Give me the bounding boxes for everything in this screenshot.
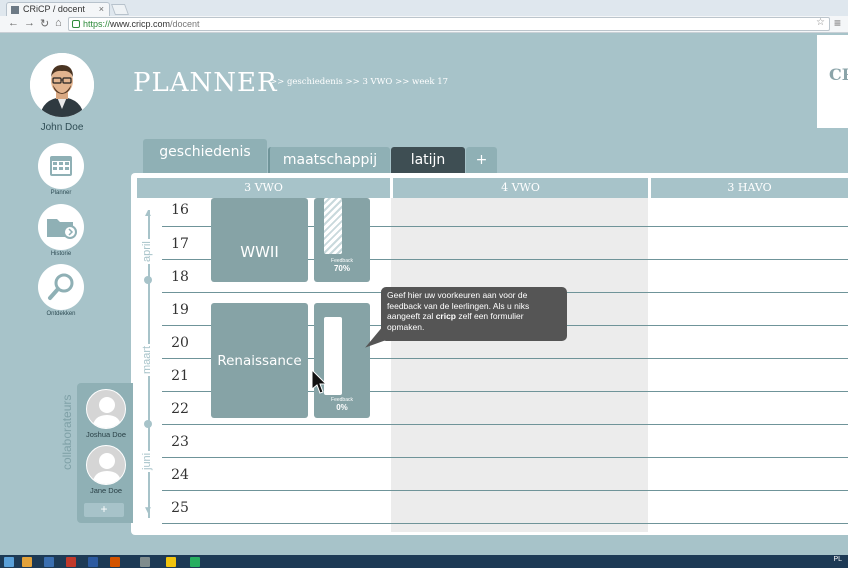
browser-window: CRiCP / docent × ← → ↻ ⌂ https://www.cri…: [0, 0, 848, 555]
home-icon[interactable]: ⌂: [55, 17, 62, 29]
tab-latijn[interactable]: latijn: [391, 147, 465, 175]
week-number: 17: [171, 236, 189, 252]
week-number: 23: [171, 434, 189, 450]
collaborators-title: collaborateurs: [60, 394, 74, 470]
lesson-block-renaissance[interactable]: Renaissance: [211, 303, 308, 418]
lesson-block-wwii[interactable]: WWII: [211, 198, 308, 282]
row-divider: [162, 523, 848, 524]
page-title: PLANNER: [133, 68, 278, 98]
person-silhouette-icon: [92, 397, 122, 428]
logo-text: CR: [829, 65, 848, 84]
taskbar-app-icon[interactable]: [22, 557, 32, 567]
browser-tab-title: CRiCP / docent: [23, 4, 85, 14]
url-host: www.cricp.com: [110, 19, 171, 29]
tab-maatschappij[interactable]: maatschappij: [268, 147, 390, 175]
collaborator-name: Jane Doe: [89, 486, 123, 495]
reload-icon[interactable]: ↻: [40, 17, 49, 30]
tooltip-brand: cricp: [435, 311, 457, 321]
feedback-bar-renaissance[interactable]: Feedback 0%: [314, 303, 370, 418]
timeline-dot: [144, 276, 152, 284]
sidebar-item-label: Historie: [50, 251, 72, 257]
back-icon[interactable]: ←: [8, 17, 19, 29]
feedback-fill: [324, 198, 342, 254]
start-icon[interactable]: [4, 557, 14, 567]
week-number: 18: [171, 269, 189, 285]
column-header-3vwo[interactable]: 3 VWO: [137, 178, 390, 198]
user-portrait-icon: [30, 53, 94, 117]
bookmark-star-icon[interactable]: ☆: [816, 17, 825, 28]
week-number: 24: [171, 467, 189, 483]
row-divider: [162, 490, 848, 491]
os-taskbar: PL: [0, 555, 848, 568]
timeline-dot: [144, 420, 152, 428]
person-silhouette-icon: [92, 453, 122, 484]
row-divider: [162, 424, 848, 425]
browser-tab[interactable]: CRiCP / docent ×: [6, 2, 110, 16]
week-number: 20: [171, 335, 189, 351]
month-label-april: april: [141, 239, 153, 264]
arrow-down-icon[interactable]: ▼: [143, 505, 153, 516]
user-name: John Doe: [40, 122, 84, 133]
sidebar-item-ontdekken[interactable]: [38, 264, 84, 310]
column-header-4vwo[interactable]: 4 VWO: [391, 178, 648, 198]
week-number: 22: [171, 401, 189, 417]
taskbar-app-icon[interactable]: [66, 557, 76, 567]
new-tab-button[interactable]: [110, 4, 130, 15]
tab-add-subject[interactable]: +: [466, 147, 497, 175]
menu-icon[interactable]: ≡: [834, 16, 841, 30]
collaborator-avatar[interactable]: [86, 389, 126, 429]
lock-icon: [72, 20, 80, 28]
taskbar-app-icon[interactable]: [166, 557, 176, 567]
tab-geschiedenis[interactable]: geschiedenis: [143, 139, 267, 173]
sidebar-item-label: Ontdekken: [46, 311, 76, 317]
breadcrumb: >> geschiedenis >> 3 VWO >> week 17: [270, 77, 449, 87]
taskbar-app-icon[interactable]: [140, 557, 150, 567]
address-bar[interactable]: https://www.cricp.com/docent: [68, 17, 830, 31]
taskbar-app-icon[interactable]: [110, 557, 120, 567]
url-scheme: https://: [83, 19, 111, 29]
lesson-block-label: WWII: [240, 243, 279, 261]
taskbar-app-icon[interactable]: [88, 557, 98, 567]
sidebar-item-label: Planner: [50, 190, 72, 196]
feedback-percentage: 0%: [336, 403, 348, 412]
folder-icon: [47, 219, 77, 239]
taskbar-app-icon[interactable]: [44, 557, 54, 567]
avatar[interactable]: [30, 53, 94, 117]
week-number: 21: [171, 368, 189, 384]
mouse-cursor-icon: [311, 369, 327, 394]
month-label-maart: maart: [141, 343, 153, 376]
row-divider: [162, 457, 848, 458]
week-number: 16: [171, 202, 189, 218]
feedback-percentage: 70%: [333, 264, 350, 273]
add-collaborator-button[interactable]: +: [84, 503, 124, 517]
week-number: 25: [171, 500, 189, 516]
sidebar-item-historie[interactable]: [38, 204, 84, 250]
feedback-bar-wwii[interactable]: Feedback 70%: [314, 198, 370, 282]
browser-toolbar: ← → ↻ ⌂ https://www.cricp.com/docent ☆ ≡: [0, 16, 848, 33]
close-tab-icon[interactable]: ×: [99, 3, 104, 16]
column-4vwo[interactable]: [391, 198, 648, 532]
favicon-icon: [11, 6, 19, 14]
arrow-up-icon[interactable]: ▲: [143, 208, 153, 219]
taskbar-app-icon[interactable]: [190, 557, 200, 567]
magnifier-icon: [48, 273, 74, 300]
url-path: /docent: [170, 19, 200, 29]
language-indicator[interactable]: PL: [833, 556, 842, 563]
forward-icon[interactable]: →: [24, 17, 35, 29]
browser-tabbar: CRiCP / docent ×: [0, 0, 848, 16]
month-label-juni: juni: [141, 450, 153, 472]
logo: CR: [817, 35, 848, 128]
calendar-icon: [50, 156, 72, 176]
sidebar-item-planner[interactable]: [38, 143, 84, 189]
collaborator-name: Joshua Doe: [85, 430, 127, 439]
column-header-3havo[interactable]: 3 HAVO: [649, 178, 848, 198]
feedback-tooltip: Geef hier uw voorkeuren aan voor de feed…: [381, 287, 567, 341]
week-number: 19: [171, 302, 189, 318]
collaborator-avatar[interactable]: [86, 445, 126, 485]
lesson-block-label: Renaissance: [217, 353, 302, 369]
